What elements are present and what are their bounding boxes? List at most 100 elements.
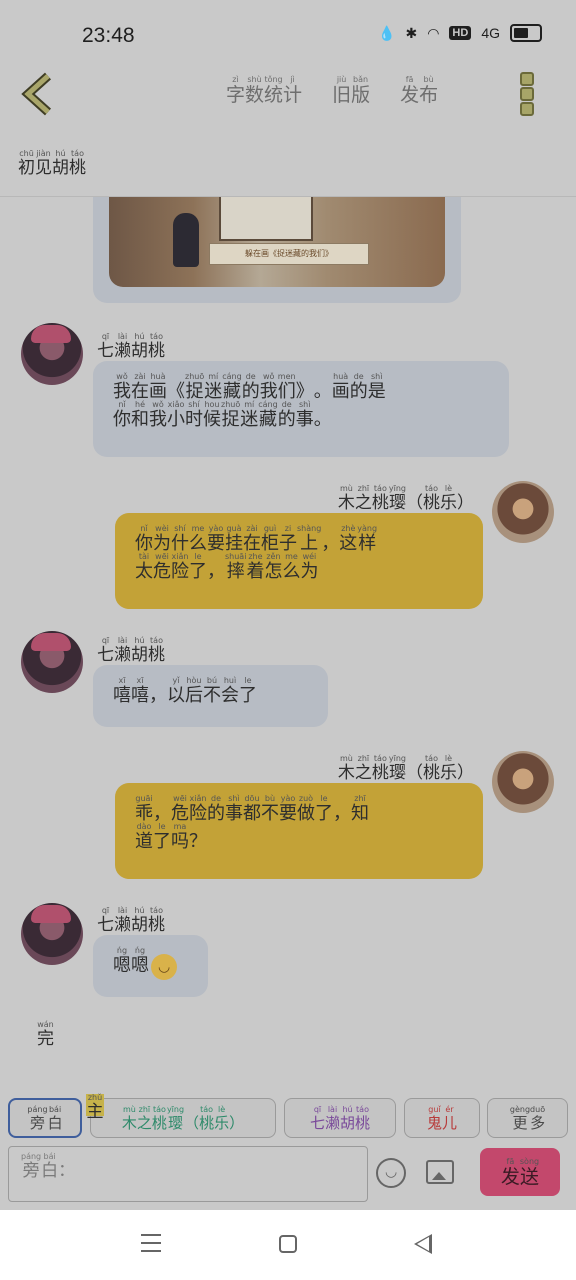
avatar[interactable] (21, 903, 83, 965)
hanzi-text: 胡 (52, 158, 69, 178)
nav-back-button[interactable] (414, 1234, 432, 1254)
hanzi-text: 不 (261, 803, 279, 824)
hanzi-text: 挂 (225, 533, 243, 554)
ruby-char: cáng 藏 (258, 401, 277, 429)
old-version-button[interactable]: jiù 旧 bǎn 版 (332, 76, 370, 105)
send-button[interactable]: fā 发 sòng 送 (480, 1148, 560, 1196)
ruby-char: hú 胡 (52, 150, 69, 177)
hanzi-text: 七 (97, 341, 114, 361)
role-ghost[interactable]: guǐ 鬼 ér 儿 (404, 1098, 480, 1138)
battery-icon (510, 24, 542, 42)
role-more[interactable]: gèng 更 duō 多 (487, 1098, 568, 1138)
hanzi-text: ： (58, 1161, 76, 1181)
hanzi-text: 主 (86, 1102, 104, 1122)
hanzi-text: 濑 (114, 645, 131, 665)
ruby-char: qī 七 (97, 637, 114, 664)
hanzi-text: 事 (225, 803, 243, 824)
emoji-button[interactable] (376, 1158, 406, 1188)
hanzi-text: 胡 (340, 1113, 356, 1132)
hanzi-text: 木 (121, 1113, 137, 1132)
message-bubble[interactable]: xī 嘻 xī 嘻， yǐ 以 hòu 后 bú 不 huì 会 le 了 (93, 665, 328, 727)
avatar[interactable] (21, 631, 83, 693)
hanzi-text: 怎 (264, 561, 283, 582)
role-nanase-kurumi[interactable]: qī 七 lài 濑 hú 胡 táo 桃 (284, 1098, 396, 1138)
avatar[interactable] (492, 481, 554, 543)
ruby-char: shì 是 (368, 373, 386, 401)
hanzi-text: 了 (239, 685, 257, 706)
ruby-char: ér 儿 (442, 1105, 457, 1131)
hanzi-text: 小 (167, 409, 185, 430)
hanzi-text: 时 (185, 409, 203, 430)
ruby-char: bú 不 (203, 677, 221, 705)
more-menu-button[interactable] (520, 72, 540, 116)
hanzi-text: 。 (313, 381, 332, 402)
ruby-char: wēi 危 (171, 795, 189, 823)
hanzi-text: 布 (419, 84, 439, 106)
ruby-char: nǐ 你 (135, 525, 153, 553)
ruby-char: ， (149, 677, 167, 705)
back-button[interactable] (20, 72, 60, 116)
ruby-char: xī 嘻 (113, 677, 131, 705)
avatar[interactable] (492, 751, 554, 813)
message-line: ńg 嗯 ńg 嗯 (113, 947, 188, 980)
message-bubble[interactable]: nǐ 你 wèi 为 shí 什 me 么 yào 要 guà 挂 zài 在 guì 柜 zi 子 shàng 上，… (115, 513, 483, 609)
publish-button[interactable]: fā 发 bù 布 (400, 76, 438, 105)
ruby-char: ） (457, 755, 474, 782)
hanzi-text: 会 (221, 685, 239, 706)
hanzi-text: 你 (113, 409, 131, 430)
hanzi-text: 要 (207, 533, 225, 554)
message-bubble[interactable]: ńg 嗯 ńg 嗯 (93, 935, 208, 997)
hanzi-text: 了 (153, 831, 171, 852)
message-bubble[interactable]: wǒ 我 zài 在 huà 画《 zhuō 捉 mí 迷 cáng 藏 de 的 wǒ 我 men 们》。 huà… (93, 361, 509, 457)
hanzi-text: （ (184, 1113, 200, 1132)
nav-recents-button[interactable] (141, 1234, 161, 1252)
nav-home-button[interactable] (279, 1235, 297, 1253)
ruby-char: páng 旁 (27, 1105, 47, 1131)
scene-character (173, 213, 199, 267)
ruby-char: zhī 之 (355, 485, 372, 512)
hanzi-text: 之 (354, 763, 372, 783)
word-count-button[interactable]: zì 字 shù 数 tǒng 统 jì 计 (226, 76, 302, 105)
message-input[interactable]: páng 旁 bái 白： (8, 1146, 368, 1202)
hanzi-text: 的 (241, 381, 260, 402)
status-time: 23:48 (82, 24, 135, 47)
ruby-char: sòng 送 (520, 1157, 539, 1187)
ruby-char: mí 迷 (240, 401, 258, 429)
bluetooth-icon: ✱ (405, 24, 418, 41)
ruby-char: zài 在 (243, 525, 261, 553)
hanzi-text: 我 (259, 381, 278, 402)
avatar[interactable] (21, 323, 83, 385)
hanzi-text: 为 (300, 561, 319, 582)
hanzi-text: 做 (297, 803, 315, 824)
hanzi-text: ， (207, 561, 225, 582)
ruby-char: ńg 嗯 (113, 947, 131, 975)
hanzi-text: 迷 (240, 409, 259, 430)
role-mu-zhi-tao-ying[interactable]: mù 木 zhī 之 táo 桃 yīng 璎（táo 桃 lè 乐） (90, 1098, 276, 1138)
speaker-name: qī 七 lài 濑 hú 胡 táo 桃 (97, 333, 165, 360)
hanzi-text: 胡 (131, 915, 148, 935)
hanzi-text: 完 (37, 1029, 54, 1049)
message-bubble[interactable]: guāi 乖， wēi 危 xiǎn 险 de 的 shì 事 dōu 都 bù 不 yào 要 zuò 做 le 了… (115, 783, 483, 879)
hanzi-text: 乐 (214, 1113, 230, 1132)
ruby-char: le 了 (153, 823, 171, 851)
hanzi-text: 》 (295, 381, 314, 402)
image-button[interactable] (426, 1160, 454, 1184)
hanzi-text: 在 (131, 381, 149, 402)
role-narrator[interactable]: páng 旁 bái 白 (8, 1098, 82, 1138)
message-line: wǒ 我 zài 在 huà 画《 zhuō 捉 mí 迷 cáng 藏 de 的 wǒ 我 men 们》。 huà… (113, 373, 489, 401)
image-message[interactable]: 躲在画《捉迷藏的我们》 (93, 197, 461, 303)
scene-image[interactable]: 躲在画《捉迷藏的我们》 (109, 197, 445, 287)
ruby-char: wǒ 我 (113, 373, 131, 401)
ruby-char: táo 桃 (152, 1105, 167, 1131)
menu-dot-icon (520, 87, 534, 101)
hanzi-text: 后 (185, 685, 203, 706)
ruby-char: shàng 上 (297, 525, 321, 553)
ruby-char: lài 濑 (114, 907, 131, 934)
hanzi-text: 之 (136, 1113, 152, 1132)
ruby-char: táo 桃 (355, 1105, 370, 1131)
hanzi-text: 子 (279, 533, 297, 554)
ruby-char: zi 子 (279, 525, 297, 553)
hanzi-text: 鬼 (426, 1113, 442, 1132)
chat-area[interactable]: 躲在画《捉迷藏的我们》 qī 七 lài 濑 hú 胡 táo 桃 wǒ 我 zài 在 huà 画《 zh… (0, 196, 576, 1077)
header: zì 字 shù 数 tǒng 统 jì 计 jiù 旧 bǎn 版 fā 发 bù 布 (0, 72, 576, 142)
